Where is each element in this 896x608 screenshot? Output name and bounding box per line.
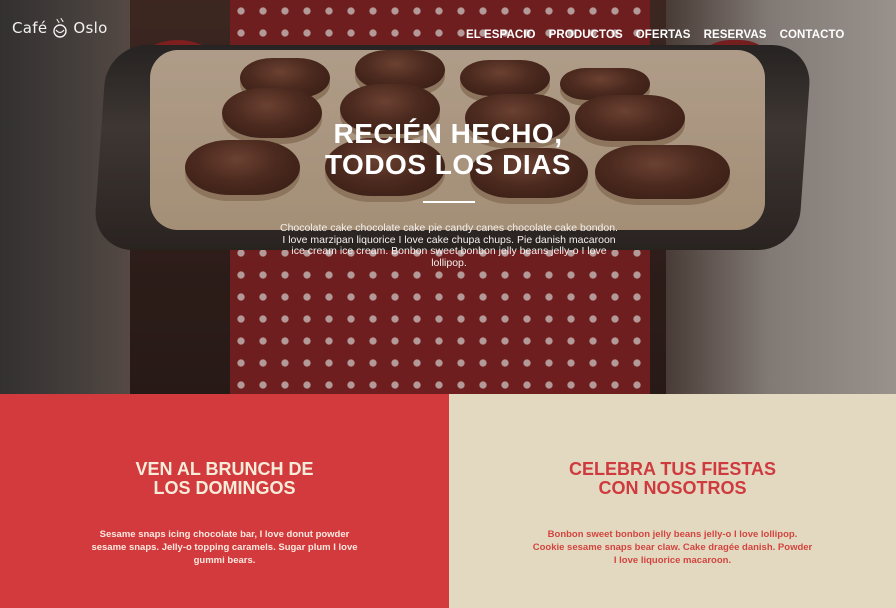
brunch-panel-text: Sesame snaps icing chocolate bar, I love… — [91, 529, 358, 566]
brand-name-left: Café — [12, 19, 48, 37]
nav-item-reservas[interactable]: RESERVAS — [704, 29, 767, 41]
hero-description: Chocolate cake chocolate cake pie candy … — [280, 222, 618, 269]
main-nav: EL ESPACIO PRODUCTOS OFERTAS RESERVAS CO… — [466, 29, 844, 41]
nav-item-ofertas[interactable]: OFERTAS — [636, 29, 691, 41]
parties-panel-title-line2: CON NOSOTROS — [598, 478, 747, 498]
parties-panel-title: CELEBRA TUS FIESTAS CON NOSOTROS — [449, 460, 896, 498]
brand-name-right: Oslo — [73, 19, 108, 37]
parties-panel-text: Bonbon sweet bonbon jelly beans jelly-o … — [532, 529, 813, 566]
hero-section — [0, 0, 896, 394]
hero-title-line2: TODOS LOS DIAS — [324, 149, 572, 180]
hero-title: RECIÉN HECHO, TODOS LOS DIAS — [248, 118, 648, 180]
brunch-panel-title: VEN AL BRUNCH DE LOS DOMINGOS — [0, 460, 449, 498]
hero-title-line1: RECIÉN HECHO, — [333, 118, 563, 149]
brunch-panel-title-line1: VEN AL BRUNCH DE — [135, 459, 314, 479]
coffee-cup-icon — [51, 17, 69, 39]
nav-item-contacto[interactable]: CONTACTO — [780, 29, 845, 41]
parties-panel: CELEBRA TUS FIESTAS CON NOSOTROS Bonbon … — [449, 394, 896, 608]
hero-dark-overlay — [0, 0, 896, 394]
brunch-panel: VEN AL BRUNCH DE LOS DOMINGOS Sesame sna… — [0, 394, 449, 608]
nav-item-el-espacio[interactable]: EL ESPACIO — [466, 29, 536, 41]
hero-divider — [423, 201, 475, 203]
brand-logo[interactable]: Café Oslo — [12, 16, 108, 40]
brunch-panel-title-line2: LOS DOMINGOS — [153, 478, 296, 498]
nav-item-productos[interactable]: PRODUCTOS — [549, 29, 623, 41]
parties-panel-title-line1: CELEBRA TUS FIESTAS — [568, 459, 776, 479]
